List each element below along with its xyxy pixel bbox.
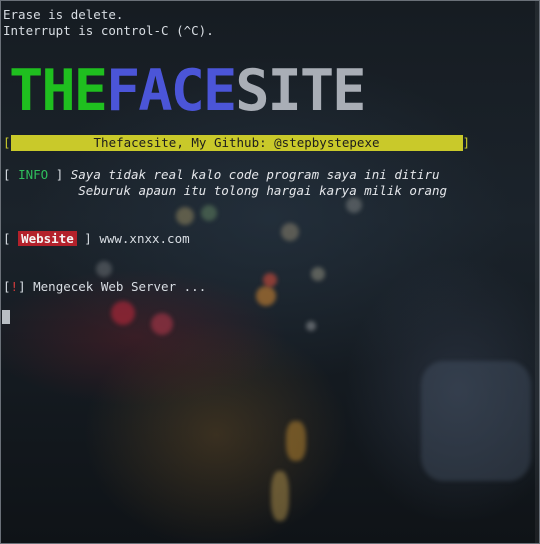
terminal-scrollbar[interactable]	[535, 1, 539, 543]
info-bracket-open: [	[3, 167, 19, 182]
website-bracket-close: ]	[76, 231, 100, 246]
info-line-1: [ INFO ] Saya tidak real kalo code progr…	[3, 167, 440, 183]
info-bracket-close: ]	[48, 167, 71, 182]
status-bracket-open: [	[3, 279, 11, 294]
info-line-2: Seburuk apaun itu tolong hargai karya mi…	[3, 183, 447, 199]
status-bracket-close: ]	[18, 279, 34, 294]
website-bracket-open: [	[3, 231, 19, 246]
banner-bar: Thefacesite, My Github: @stepbystepexe	[10, 135, 463, 151]
terminal-window[interactable]: Erase is delete. Interrupt is control-C …	[0, 0, 540, 544]
status-line: [!] Mengecek Web Server ...	[3, 279, 206, 295]
github-banner: [ Thefacesite, My Github: @stepbystepexe]	[3, 135, 470, 151]
website-badge: Website	[18, 231, 77, 246]
header-line-erase: Erase is delete.	[3, 7, 124, 22]
banner-bracket-open: [	[3, 135, 11, 150]
terminal-cursor	[2, 310, 10, 324]
info-text-1: Saya tidak real kalo code program saya i…	[70, 167, 440, 182]
info-text-2: Seburuk apaun itu tolong hargai karya mi…	[78, 183, 448, 198]
info-tag: INFO	[18, 167, 49, 182]
logo-part-face: FACE	[105, 58, 237, 124]
thefacesite-logo: THEFACESITE	[9, 58, 367, 124]
status-text: Mengecek Web Server ...	[33, 279, 207, 294]
status-mark: !	[10, 279, 19, 294]
logo-part-site: SITE	[235, 58, 366, 124]
header-line-interrupt: Interrupt is control-C (^C).	[3, 23, 214, 38]
logo-part-the: THE	[9, 58, 108, 124]
website-url: www.xnxx.com	[99, 231, 190, 246]
banner-bracket-close: ]	[462, 135, 471, 150]
website-line: [ Website ] www.xnxx.com	[3, 231, 190, 247]
banner-text: Thefacesite, My Github: @stepbystepexe	[93, 135, 380, 150]
